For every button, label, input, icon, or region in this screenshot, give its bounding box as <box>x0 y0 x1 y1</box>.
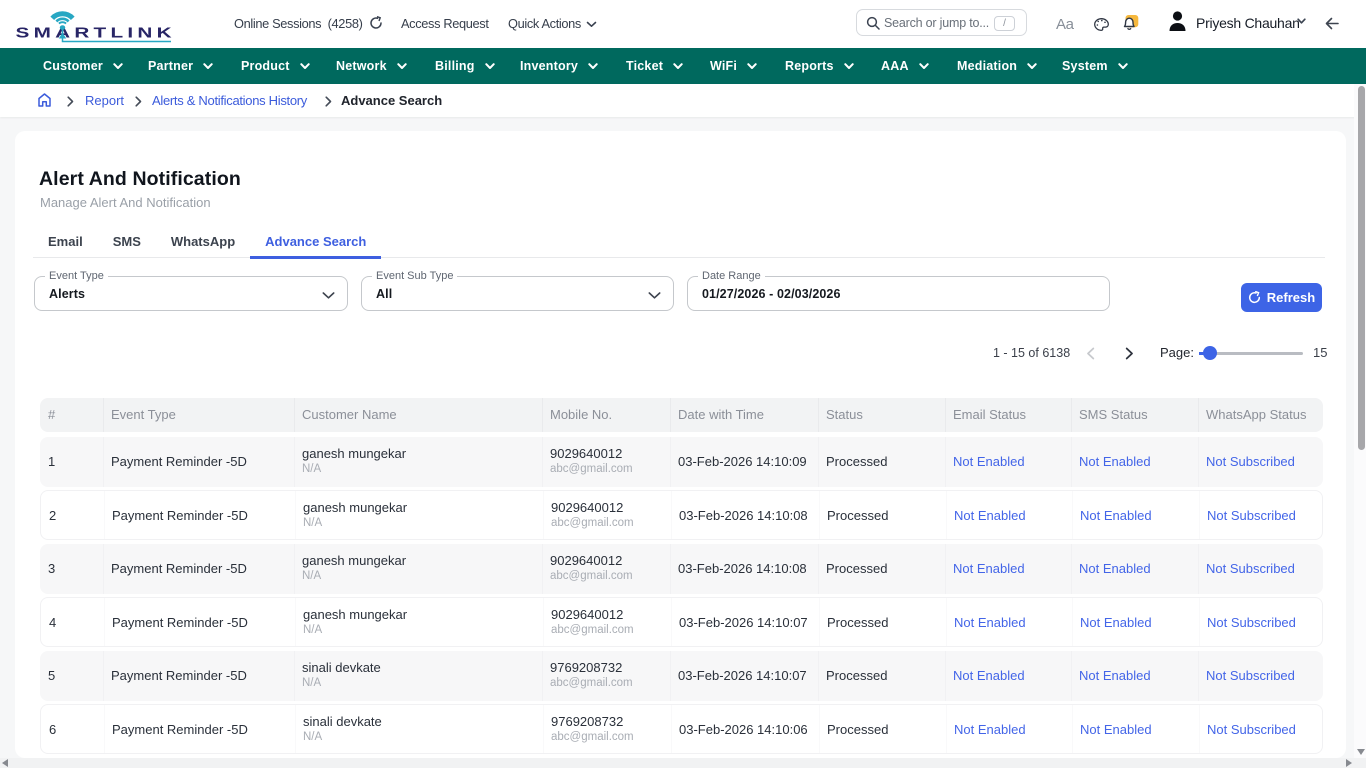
svg-text:SMARTLINK: SMARTLINK <box>16 24 176 40</box>
